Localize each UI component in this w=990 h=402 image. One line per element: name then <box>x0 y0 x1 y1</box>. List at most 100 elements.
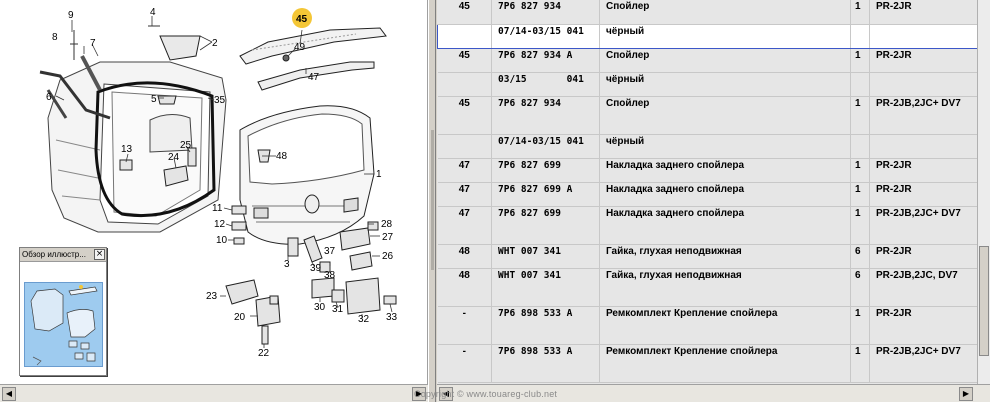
callout-4: 4 <box>150 7 156 18</box>
car-body-outline <box>47 61 227 233</box>
overview-window[interactable]: Обзор иллюстр... × <box>19 247 107 376</box>
parts-table-body: 45 7P6 827 934 Спойлер 1 PR-2JR 07/14-03/15 0… <box>437 0 978 383</box>
part-description: Накладка заднего спойлера <box>599 158 851 183</box>
callout-22: 22 <box>258 348 270 359</box>
part-number: 7P6 827 699 <box>491 158 600 183</box>
diagram-horizontal-scrollbar[interactable]: ◀ ▶ <box>0 384 428 402</box>
callout-35: 35 <box>214 95 226 106</box>
callout-24: 24 <box>168 152 180 163</box>
callout-39: 39 <box>310 263 322 274</box>
table-row[interactable]: 47 7P6 827 699 Накладка заднего спойлера 1 P… <box>437 206 978 245</box>
pane-splitter[interactable] <box>428 0 436 402</box>
part-note: PR-2JB,2JC, DV7 <box>869 268 978 307</box>
part-description: Спойлер <box>599 96 851 135</box>
part-number: 7P6 827 934 <box>491 0 600 25</box>
part-quantity: 1 <box>850 306 870 345</box>
callout-32: 32 <box>358 314 370 325</box>
table-row[interactable]: 07/14-03/15 041 чёрный <box>437 23 978 49</box>
table-row[interactable]: 47 7P6 827 699 A Накладка заднего спойлера… <box>437 182 978 207</box>
callout-9: 9 <box>68 10 74 21</box>
close-icon[interactable]: × <box>94 249 105 260</box>
part-description: Ремкомплект Крепление спойлера <box>599 306 851 345</box>
part-number: 03/15 041 <box>491 72 600 97</box>
overview-minimap <box>30 285 98 366</box>
callout-1: 1 <box>376 169 382 180</box>
part-quantity <box>850 23 870 49</box>
table-row[interactable]: 45 7P6 827 934 Спойлер 1 PR-2JB,2JC+ DV7 <box>437 96 978 135</box>
callout-6: 6 <box>46 92 52 103</box>
table-row[interactable]: 45 7P6 827 934 A Спойлер 1 PR-2JR <box>437 48 978 73</box>
copyright-watermark: Copyright © www.touareg-club.net <box>414 389 558 399</box>
table-row[interactable]: -7P6 898 533 A Ремкомплект Крепление спой… <box>437 344 978 383</box>
callout-10: 10 <box>216 235 228 246</box>
part-position: 45 <box>437 48 492 73</box>
part-quantity: 1 <box>850 206 870 245</box>
part-note: PR-2JR <box>869 158 978 183</box>
callout-25: 25 <box>180 140 192 151</box>
callout-28: 28 <box>381 219 393 230</box>
table-scroll-thumb[interactable] <box>979 246 989 356</box>
callout-48: 48 <box>276 151 288 162</box>
part-description: Накладка заднего спойлера <box>599 206 851 245</box>
callout-26: 26 <box>382 251 394 262</box>
callout-45: 45 <box>296 14 308 25</box>
part-note <box>869 134 978 159</box>
part-number: 7P6 827 699 A <box>491 182 600 207</box>
callout-3: 3 <box>284 259 290 270</box>
part-number: WHT 007 341 <box>491 268 600 307</box>
table-row[interactable]: -7P6 898 533 A Ремкомплект Крепление спой… <box>437 306 978 345</box>
part-number: 07/14-03/15 041 <box>491 23 600 49</box>
callout-13: 13 <box>121 144 133 155</box>
part-note <box>869 23 978 49</box>
scroll-right-icon[interactable]: ▶ <box>959 387 973 401</box>
callout-5: 5 <box>151 94 157 105</box>
callout-12: 12 <box>214 219 226 230</box>
diagram-pane[interactable]: 9 4 8 7 2 45 49 47 6 5 35 1 13 25 24 48 … <box>0 0 428 384</box>
callout-2: 2 <box>212 38 218 49</box>
tailgate <box>239 105 375 245</box>
table-row[interactable]: 03/15 041 чёрный <box>437 72 978 97</box>
part-number: 7P6 898 533 A <box>491 306 600 345</box>
part-number: 7P6 827 934 A <box>491 48 600 73</box>
part-position <box>437 72 492 97</box>
scroll-left-icon[interactable]: ◀ <box>2 387 16 401</box>
part-quantity: 1 <box>850 96 870 135</box>
table-row[interactable]: 45 7P6 827 934 Спойлер 1 PR-2JR <box>437 0 978 25</box>
callout-11: 11 <box>212 203 223 214</box>
table-row[interactable]: 47 7P6 827 699 Накладка заднего спойлера 1 P… <box>437 158 978 183</box>
callout-33: 33 <box>386 312 398 323</box>
part-description: Гайка, глухая неподвижная <box>599 268 851 307</box>
part-note: PR-2JB,2JC+ DV7 <box>869 344 978 383</box>
part-quantity: 1 <box>850 182 870 207</box>
part-quantity: 1 <box>850 344 870 383</box>
table-row[interactable]: 48 WHT 007 341 Гайка, глухая неподвижная 6 P… <box>437 244 978 269</box>
parts-table-pane[interactable]: 45 7P6 827 934 Спойлер 1 PR-2JR 07/14-03/15 0… <box>437 0 990 384</box>
callout-8: 8 <box>52 32 58 43</box>
part-note: PR-2JR <box>869 182 978 207</box>
part-position: 48 <box>437 268 492 307</box>
splitter-grip[interactable] <box>431 130 434 270</box>
overview-thumbnail[interactable] <box>24 282 103 367</box>
part-quantity: 6 <box>850 268 870 307</box>
callout-30: 30 <box>314 302 326 313</box>
part-description: Спойлер <box>599 48 851 73</box>
callout-38: 38 <box>324 270 336 281</box>
part-quantity <box>850 134 870 159</box>
part-note: PR-2JB,2JC+ DV7 <box>869 96 978 135</box>
app-window: 9 4 8 7 2 45 49 47 6 5 35 1 13 25 24 48 … <box>0 0 990 402</box>
overview-titlebar[interactable]: Обзор иллюстр... × <box>20 248 106 262</box>
part-description: чёрный <box>599 23 851 49</box>
part-quantity: 1 <box>850 48 870 73</box>
part-position: 47 <box>437 182 492 207</box>
callout-23: 23 <box>206 291 218 302</box>
part-description: чёрный <box>599 72 851 97</box>
part-description: чёрный <box>599 134 851 159</box>
table-vertical-scrollbar[interactable] <box>977 0 990 384</box>
table-row[interactable]: 48 WHT 007 341 Гайка, глухая неподвижная 6 P… <box>437 268 978 307</box>
part-number: 7P6 827 699 <box>491 206 600 245</box>
table-row[interactable]: 07/14-03/15 041 чёрный <box>437 134 978 159</box>
callout-7: 7 <box>90 38 96 49</box>
part-description: Ремкомплект Крепление спойлера <box>599 344 851 383</box>
part-number: 7P6 898 533 A <box>491 344 600 383</box>
part-position <box>437 23 492 49</box>
